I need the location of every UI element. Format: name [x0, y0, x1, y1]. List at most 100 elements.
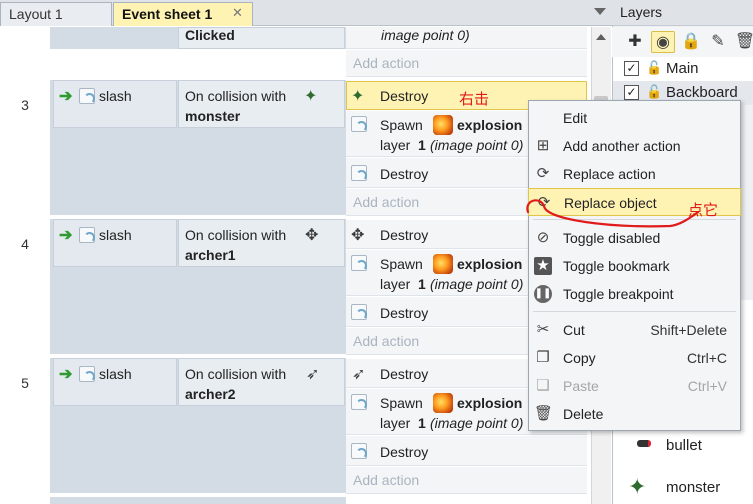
trash-icon: 🗑: [534, 405, 554, 422]
replace-action-icon: ⟳: [536, 165, 550, 182]
layers-panel-title: Layers: [612, 0, 753, 26]
archer2-sprite-icon: ➶: [306, 366, 320, 383]
pencil-icon[interactable]: ✎: [706, 31, 730, 53]
copy-icon: ❐: [536, 349, 550, 366]
slash-icon: [351, 443, 367, 459]
add-action-link[interactable]: Add action: [346, 50, 587, 77]
explosion-icon: [433, 393, 453, 413]
event-number: 3: [21, 97, 29, 113]
trigger-object: slash: [99, 88, 132, 104]
archer2-sprite-icon: ➶: [352, 366, 366, 383]
layer-label: layer: [380, 276, 411, 292]
menu-item-toggle-breakpoint[interactable]: ❚❚ Toggle breakpoint: [528, 280, 741, 308]
menu-item-label: Copy: [563, 350, 596, 366]
spawn-object: explosion: [457, 395, 523, 411]
layer-visible-checkbox[interactable]: ✓: [624, 61, 639, 76]
slash-icon: [79, 366, 95, 382]
image-point-text: (image point 0): [430, 276, 524, 292]
menu-item-delete[interactable]: 🗑 Delete: [528, 400, 741, 428]
action-text: Destroy: [380, 88, 429, 104]
spawn-label: Spawn: [380, 395, 423, 411]
add-icon[interactable]: ✚: [623, 31, 647, 53]
condition-prefix: On collision with: [185, 227, 287, 243]
trigger-arrow-icon: ➔: [59, 88, 73, 105]
menu-separator: [533, 311, 736, 312]
slash-icon: [79, 88, 95, 104]
layer-visible-checkbox[interactable]: ✓: [624, 85, 639, 100]
unlocked-icon[interactable]: 🔓: [646, 60, 662, 75]
event-block-partial: [50, 497, 346, 504]
menu-item-copy[interactable]: ❐ Copy Ctrl+C: [528, 344, 741, 372]
explosion-icon: [433, 254, 453, 274]
menu-item-label: Edit: [563, 110, 588, 126]
object-name[interactable]: monster: [666, 479, 720, 496]
menu-item-label: Replace action: [563, 166, 656, 182]
menu-item-shortcut: Shift+Delete: [650, 322, 727, 338]
menu-item-label: Paste: [563, 378, 599, 394]
spawn-label: Spawn: [380, 117, 423, 133]
layer-label: layer: [380, 137, 411, 153]
image-point-text: (image point 0): [430, 137, 524, 153]
trigger-arrow-icon: ➔: [59, 366, 73, 383]
layer-name: Backboard: [666, 84, 738, 101]
monster-sprite-icon: ✦: [351, 88, 365, 105]
scissors-icon: ✂: [536, 321, 550, 338]
menu-item-label: Add another action: [563, 138, 681, 154]
menu-item-cut[interactable]: ✂ Cut Shift+Delete: [528, 316, 741, 344]
trigger-object: slash: [99, 227, 132, 243]
spawn-object: explosion: [457, 256, 523, 272]
unlocked-icon[interactable]: 🔓: [646, 84, 662, 99]
condition-prefix: On collision with: [185, 366, 287, 382]
menu-item-label: Cut: [563, 322, 585, 338]
slash-icon: [351, 255, 367, 271]
trash-icon[interactable]: 🗑: [733, 31, 753, 53]
trigger-arrow-icon: ➔: [59, 227, 73, 244]
menu-item-label: Delete: [563, 406, 604, 422]
slash-icon: [351, 394, 367, 410]
slash-icon: [351, 116, 367, 132]
annotation-right-click: 右击: [459, 91, 490, 108]
condition-object: archer2: [185, 386, 236, 402]
layer-value: 1: [418, 137, 426, 153]
action-text: Destroy: [380, 444, 429, 460]
bullet-icon: [637, 440, 651, 447]
layer-value: 1: [418, 415, 426, 431]
slash-icon: [351, 304, 367, 320]
paste-icon: ❏: [536, 377, 550, 394]
action-text: Destroy: [380, 366, 429, 382]
menu-item-shortcut: Ctrl+C: [686, 350, 727, 366]
action-text: Destroy: [380, 305, 429, 321]
menu-item-edit[interactable]: Edit: [528, 104, 741, 132]
menu-item-add-another-action[interactable]: ⊞ Add another action: [528, 132, 741, 160]
event-number: 5: [21, 375, 29, 391]
scroll-up-arrow-icon[interactable]: [596, 34, 606, 40]
slash-icon: [351, 165, 367, 181]
menu-item-replace-action[interactable]: ⟳ Replace action: [528, 160, 741, 188]
tab-layout-1[interactable]: Layout 1: [0, 2, 112, 26]
menu-item-shortcut: Ctrl+V: [687, 378, 727, 394]
menu-item-label: Toggle breakpoint: [563, 286, 674, 302]
archer-sprite-icon: ✥: [351, 227, 365, 244]
menu-item-toggle-bookmark[interactable]: ★ Toggle bookmark: [528, 252, 741, 280]
slash-icon: [79, 227, 95, 243]
monster-sprite-icon: ✦: [628, 474, 647, 499]
condition-prefix: On collision with: [185, 88, 287, 104]
action-text: Destroy: [380, 227, 429, 243]
layer-value: 1: [418, 276, 426, 292]
explosion-icon: [433, 115, 453, 135]
add-action-icon: ⊞: [536, 137, 550, 154]
tab-list-dropdown-icon[interactable]: [594, 8, 606, 15]
annotation-click-it: 点它: [688, 202, 719, 219]
eye-icon[interactable]: ◉: [651, 31, 675, 53]
condition-object: monster: [185, 108, 241, 124]
action-text: Destroy: [380, 166, 429, 182]
bookmark-star-icon: ★: [534, 257, 552, 275]
trigger-object: slash: [99, 366, 132, 382]
add-action-link[interactable]: Add action: [346, 467, 587, 494]
lock-icon[interactable]: 🔒: [679, 31, 703, 53]
object-name[interactable]: bullet: [666, 437, 702, 454]
menu-item-paste[interactable]: ❏ Paste Ctrl+V: [528, 372, 741, 400]
tab-close-icon[interactable]: ✕: [232, 6, 243, 19]
menu-item-label: Toggle bookmark: [563, 258, 670, 274]
spawn-label: Spawn: [380, 256, 423, 272]
